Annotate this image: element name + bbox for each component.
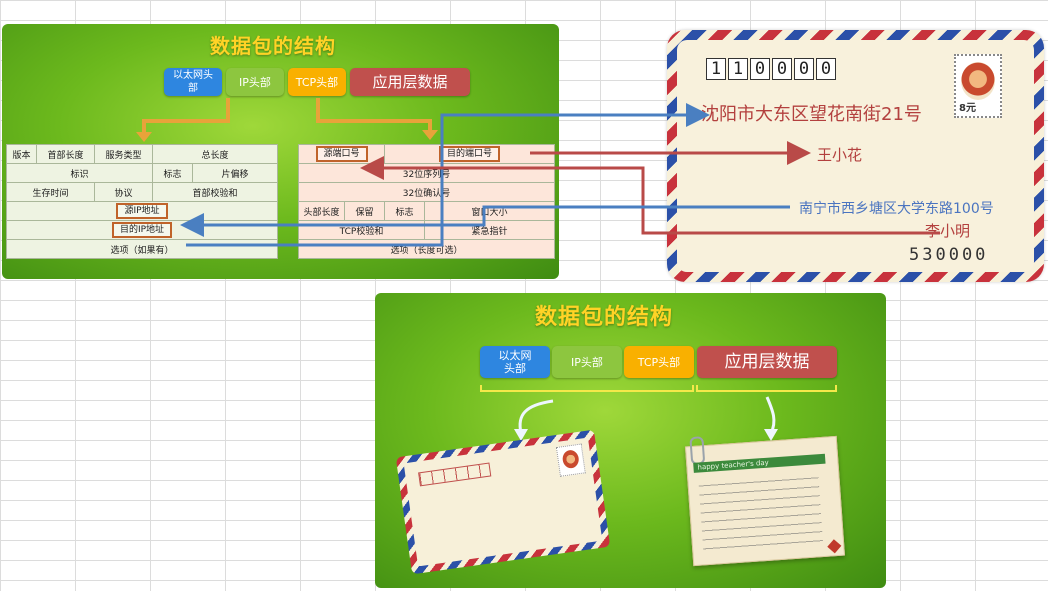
ip-field-service-type: 服务类型 (94, 144, 153, 164)
zip-digit-box: 0 (794, 58, 814, 80)
recipient-address: 沈阳市大东区望花南街21号 (701, 104, 922, 125)
ip-header-table: 版本 首部长度 服务类型 总长度 标识 标志 片偏移 生存时间 协议 首部校验和… (5, 144, 279, 259)
postage-stamp: 8元 (954, 54, 1002, 118)
ip-field-source-address: 源IP地址 (5, 201, 279, 221)
tcp-field-sequence-number: 32位序列号 (297, 163, 556, 183)
recipient-name: 王小花 (817, 146, 863, 164)
tcp-field-flags: 标志 (384, 201, 426, 221)
tcp-header-table: 源端口号 目的端口号 32位序列号 32位确认号 头部长度 保留 标志 窗口大小… (297, 144, 556, 259)
source-port-highlight: 源端口号 (315, 146, 368, 162)
ip-field-protocol: 协议 (94, 182, 153, 202)
destination-port-highlight: 目的端口号 (439, 146, 501, 162)
ip-field-options: 选项（如果有） (5, 239, 279, 259)
tcp-field-window-size: 窗口大小 (424, 201, 556, 221)
zip-digit-box: 0 (750, 58, 770, 80)
tcp-field-header-length: 头部长度 (298, 201, 345, 221)
zip-digit-box: 1 (706, 58, 726, 80)
tcp-field-options: 选项（长度可选） (297, 239, 556, 259)
ip-field-version: 版本 (6, 144, 37, 164)
airmail-envelope: 1 1 0 0 0 0 8元 沈阳市大东区望花南街21号 王小花 南宁市西乡塘区… (667, 30, 1044, 282)
ip-field-fragment-offset: 片偏移 (191, 163, 279, 183)
sender-zip: 530000 (909, 245, 989, 265)
zip-digit-box: 1 (728, 58, 748, 80)
ip-field-identification: 标识 (6, 163, 153, 183)
tcp-field-urgent-pointer: 紧急指针 (424, 220, 556, 240)
ip-field-flags: 标志 (152, 163, 193, 183)
leaf-decoration-icon (827, 539, 842, 554)
ip-field-destination-address: 目的IP地址 (5, 220, 279, 240)
zip-digit-box: 0 (772, 58, 792, 80)
monkey-stamp-image-icon (961, 62, 995, 100)
tcp-field-destination-port: 目的端口号 (384, 144, 556, 164)
tcp-field-source-port: 源端口号 (297, 144, 386, 164)
ip-field-ttl: 生存时间 (6, 182, 95, 202)
ip-field-header-length: 首部长度 (36, 144, 95, 164)
sender-address: 南宁市西乡塘区大学东路100号 (799, 201, 994, 217)
envelope-stamp-icon (555, 443, 586, 477)
tcp-field-ack-number: 32位确认号 (297, 182, 556, 202)
card-heading: happy teacher's day (693, 453, 826, 473)
ip-field-header-checksum: 首部校验和 (151, 182, 279, 202)
tcp-field-reserved: 保留 (343, 201, 386, 221)
letter-card-illustration: happy teacher's day (684, 435, 846, 567)
sender-name: 李小明 (925, 222, 971, 240)
paper-clip-icon (689, 436, 706, 466)
stamp-value: 8元 (959, 103, 976, 114)
destination-ip-highlight: 目的IP地址 (111, 222, 173, 238)
packet-structure-slide-bottom: 数据包的结构 以太网头部 IP头部 TCP头部 应用层数据 happy teac… (375, 293, 886, 588)
ip-field-total-length: 总长度 (151, 144, 279, 164)
zip-digit-box: 0 (816, 58, 836, 80)
packet-structure-slide-top: 数据包的结构 以太网头部 IP头部 TCP头部 应用层数据 版本 首部长度 服务… (2, 24, 559, 279)
source-ip-highlight: 源IP地址 (116, 203, 168, 219)
tcp-field-checksum: TCP校验和 (297, 220, 426, 240)
